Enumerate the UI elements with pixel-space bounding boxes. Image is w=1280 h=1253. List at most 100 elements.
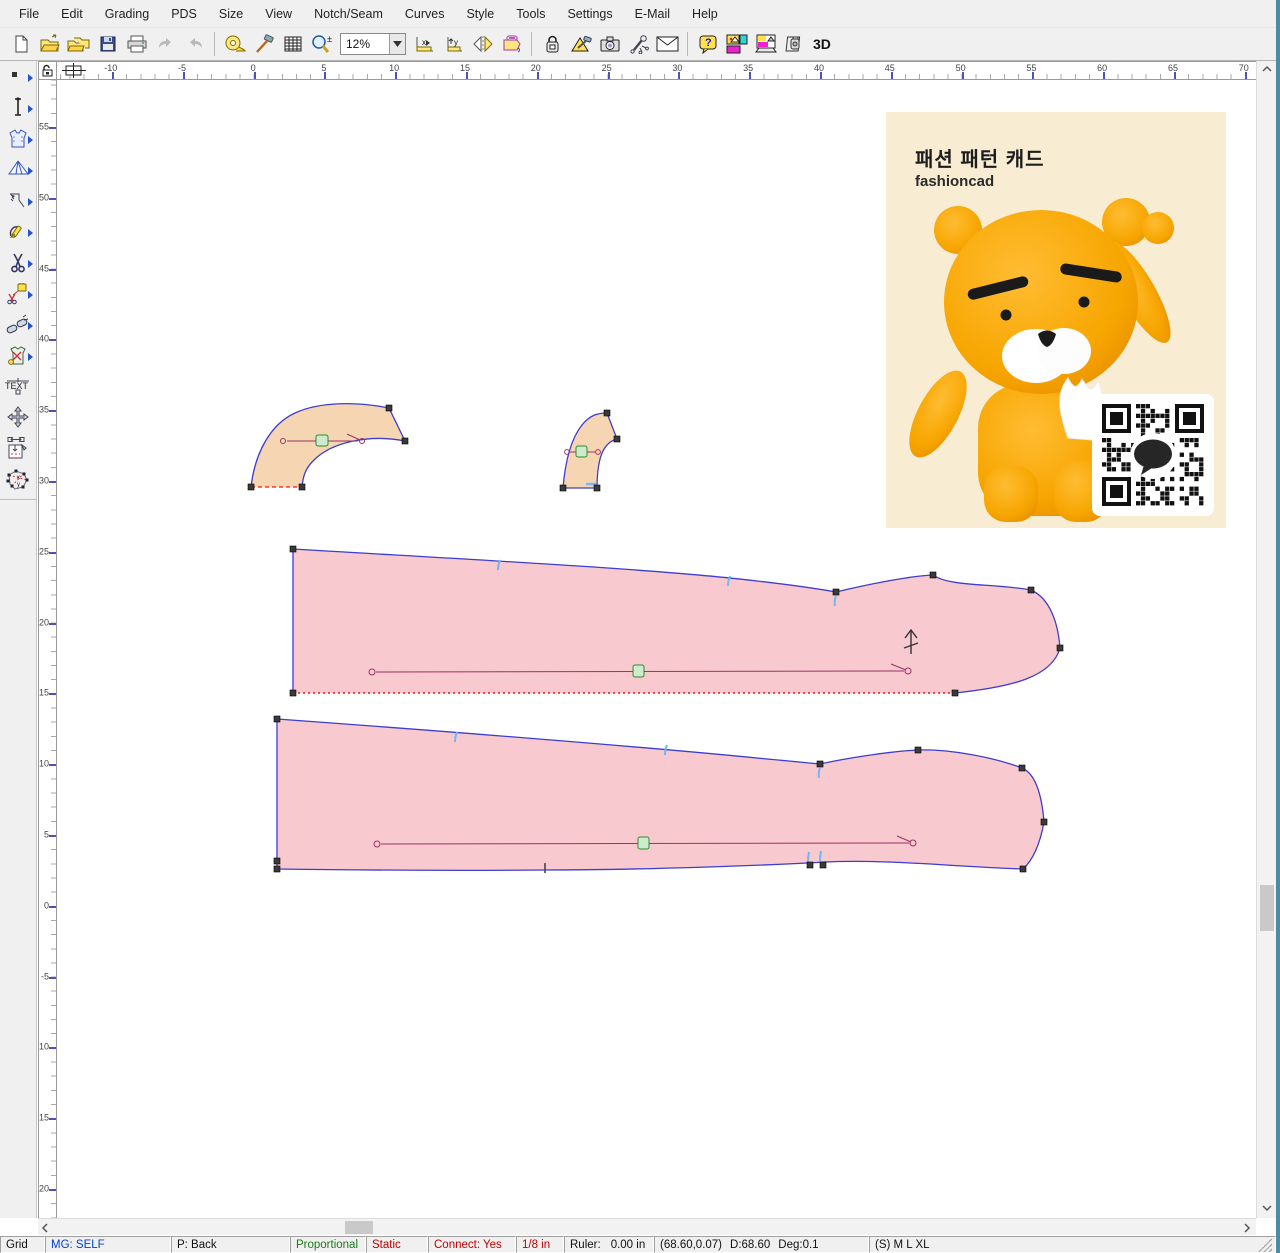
pattern-piece-pant-upper[interactable] bbox=[290, 546, 1063, 696]
scroll-right-icon[interactable] bbox=[1244, 1223, 1251, 1233]
email-button[interactable] bbox=[653, 30, 682, 58]
h-ruler-tick bbox=[820, 72, 822, 79]
menu-pds[interactable]: PDS bbox=[160, 3, 208, 25]
zoom-button[interactable]: ± bbox=[307, 30, 336, 58]
flyout-arrow-icon bbox=[28, 260, 33, 268]
plotter-icon bbox=[725, 33, 749, 55]
cut-button[interactable] bbox=[780, 30, 809, 58]
drawing-canvas[interactable]: 패션 패턴 캐드 fashioncad bbox=[57, 80, 1256, 1218]
ad-title: 패션 패턴 캐드 bbox=[915, 143, 1045, 172]
pencil-curve-tool[interactable] bbox=[1, 216, 35, 247]
snapshot-button[interactable] bbox=[595, 30, 624, 58]
menu-size[interactable]: Size bbox=[208, 3, 254, 25]
mirror-icon bbox=[501, 34, 523, 54]
view-3d-button[interactable]: 3D bbox=[813, 36, 831, 52]
palette-divider bbox=[0, 499, 36, 500]
email-icon bbox=[656, 35, 680, 53]
plot-button[interactable] bbox=[722, 30, 751, 58]
open-multiple-button[interactable] bbox=[64, 30, 93, 58]
menu-file[interactable]: File bbox=[8, 3, 50, 25]
flip-button[interactable] bbox=[468, 30, 497, 58]
text-tool[interactable]: TEXT bbox=[1, 371, 35, 402]
shirt-cut-tool[interactable] bbox=[1, 340, 35, 371]
point-select-tool[interactable] bbox=[1, 61, 35, 92]
v-ruler-tick bbox=[49, 693, 56, 695]
flyout-arrow-icon bbox=[28, 105, 33, 113]
copy-measure-tool[interactable] bbox=[1, 433, 35, 464]
toolbar: ± 12% x y ? 3D bbox=[0, 27, 1280, 61]
scroll-left-icon[interactable] bbox=[41, 1223, 48, 1233]
redo-button[interactable] bbox=[180, 30, 209, 58]
page-bounds-icon[interactable] bbox=[62, 63, 86, 79]
menu-notch-seam[interactable]: Notch/Seam bbox=[303, 3, 394, 25]
measure-line-tool[interactable] bbox=[1, 92, 35, 123]
plot-preview-button[interactable] bbox=[751, 30, 780, 58]
grade-points-tool[interactable]: xy bbox=[1, 464, 35, 495]
pattern-piece-waistband-left[interactable] bbox=[248, 404, 408, 490]
zoom-value: 12% bbox=[341, 37, 389, 51]
menu-grading[interactable]: Grading bbox=[94, 3, 160, 25]
save-button[interactable] bbox=[93, 30, 122, 58]
pattern-piece-tool[interactable] bbox=[1, 123, 35, 154]
table-button[interactable] bbox=[278, 30, 307, 58]
cut-measure-tool[interactable] bbox=[1, 278, 35, 309]
menu-tools[interactable]: Tools bbox=[505, 3, 556, 25]
help-button[interactable]: ? bbox=[693, 30, 722, 58]
h-ruler-label: -10 bbox=[104, 63, 117, 73]
menu-email[interactable]: E-Mail bbox=[624, 3, 681, 25]
mirror-button[interactable] bbox=[497, 30, 526, 58]
new-document-icon bbox=[11, 34, 31, 54]
menu-view[interactable]: View bbox=[254, 3, 303, 25]
menu-curves[interactable]: Curves bbox=[394, 3, 456, 25]
undo-button[interactable] bbox=[151, 30, 180, 58]
menu-help[interactable]: Help bbox=[681, 3, 729, 25]
v-ruler-label: 25 bbox=[39, 546, 49, 556]
grain-handle[interactable] bbox=[576, 446, 587, 457]
vertical-scroll-thumb[interactable] bbox=[1260, 885, 1274, 931]
pattern-piece-pant-lower[interactable] bbox=[274, 716, 1047, 873]
menu-style[interactable]: Style bbox=[455, 3, 505, 25]
v-ruler-label: 50 bbox=[39, 192, 49, 202]
scroll-up-icon[interactable] bbox=[1262, 65, 1272, 72]
adjust-button[interactable] bbox=[249, 30, 278, 58]
menu-edit[interactable]: Edit bbox=[50, 3, 94, 25]
horizontal-scrollbar[interactable] bbox=[38, 1218, 1256, 1235]
print-button[interactable] bbox=[122, 30, 151, 58]
measure-tape-icon bbox=[224, 34, 246, 54]
vertical-scrollbar[interactable] bbox=[1256, 61, 1276, 1218]
marker-tool[interactable] bbox=[1, 185, 35, 216]
chain-link-tool[interactable] bbox=[1, 309, 35, 340]
zoom-select[interactable]: 12% bbox=[340, 33, 406, 55]
lock-button[interactable] bbox=[537, 30, 566, 58]
repair-button[interactable] bbox=[566, 30, 595, 58]
grain-handle[interactable] bbox=[633, 665, 644, 677]
pattern-piece-waistband-right[interactable] bbox=[560, 410, 620, 491]
h-ruler-label: 55 bbox=[1026, 63, 1036, 73]
h-ruler-tick bbox=[1103, 72, 1105, 79]
digitize-button[interactable] bbox=[624, 30, 653, 58]
ruler-lock[interactable] bbox=[38, 61, 57, 80]
flare-tool[interactable] bbox=[1, 154, 35, 185]
grain-handle[interactable] bbox=[638, 837, 649, 849]
open-button[interactable] bbox=[35, 30, 64, 58]
move-x-button[interactable]: x bbox=[410, 30, 439, 58]
horizontal-scroll-thumb[interactable] bbox=[345, 1221, 373, 1234]
move-tool[interactable] bbox=[1, 402, 35, 433]
measure-button[interactable] bbox=[220, 30, 249, 58]
scroll-down-icon[interactable] bbox=[1262, 1205, 1272, 1212]
move-y-button[interactable]: y bbox=[439, 30, 468, 58]
grain-handle[interactable] bbox=[316, 435, 328, 446]
chevron-down-icon[interactable] bbox=[389, 34, 405, 54]
zoom-icon: ± bbox=[310, 34, 334, 54]
hammer-icon bbox=[253, 34, 275, 54]
v-ruler-label: 15 bbox=[39, 688, 49, 698]
qr-code bbox=[1092, 394, 1214, 516]
resize-grip[interactable] bbox=[1258, 1238, 1272, 1252]
scissors-tool[interactable] bbox=[1, 247, 35, 278]
h-ruler[interactable]: -10-50510152025303540455055606570 bbox=[57, 61, 1256, 80]
v-ruler[interactable]: 5550454035302520151050-5-10-15-20 bbox=[38, 80, 57, 1218]
status-coordinates: (68.60,0.07)D:68.60Deg:0.1 bbox=[654, 1236, 869, 1253]
h-ruler-label: 65 bbox=[1168, 63, 1178, 73]
menu-settings[interactable]: Settings bbox=[556, 3, 623, 25]
new-document-button[interactable] bbox=[6, 30, 35, 58]
